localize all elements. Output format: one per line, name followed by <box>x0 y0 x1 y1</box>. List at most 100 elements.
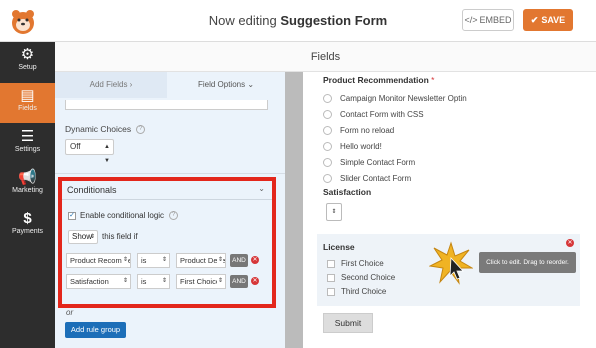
or-label: or <box>66 308 74 317</box>
radio-option[interactable]: Simple Contact Form <box>323 157 415 169</box>
divider <box>55 173 285 174</box>
add-rule-group-button[interactable]: Add rule group <box>65 322 126 338</box>
and-button[interactable]: AND <box>230 254 248 267</box>
checkbox-square-icon <box>327 287 335 296</box>
checkbox-label: First Choice <box>341 259 384 268</box>
enable-conditional-label: Enable conditional logic <box>80 211 165 220</box>
embed-button[interactable]: </> EMBED <box>462 9 514 31</box>
sidebar-item-settings[interactable]: ☰ Settings <box>0 124 55 164</box>
remove-rule-icon[interactable]: ✕ <box>251 256 259 264</box>
rule-value-select[interactable]: First Choice ⇕ <box>176 274 226 289</box>
select-arrows-icon: ⇕ <box>160 275 167 288</box>
license-label: License <box>323 242 355 252</box>
radio-option[interactable]: Slider Contact Form <box>323 173 411 185</box>
radio-label: Campaign Monitor Newsletter Optin <box>340 94 467 103</box>
divider <box>62 199 272 200</box>
help-icon[interactable]: ? <box>136 125 146 135</box>
satisfaction-select[interactable]: ⇕ <box>326 203 342 221</box>
required-mark: * <box>431 75 435 85</box>
embed-label: EMBED <box>479 15 512 25</box>
previous-option-input[interactable] <box>65 100 268 110</box>
radio-circle-icon <box>323 158 332 168</box>
chevron-right-icon: › <box>129 80 133 89</box>
radio-circle-icon <box>323 174 332 184</box>
checkbox-label: Second Choice <box>341 273 396 282</box>
gear-icon: ⚙ <box>20 46 35 63</box>
conditionals-section: Conditionals ⌄ ✓ Enable conditional logic… <box>58 177 276 308</box>
sidebar-item-payments[interactable]: $ Payments <box>0 206 55 246</box>
checkbox-option[interactable]: Third Choice <box>327 287 386 297</box>
code-icon: </> <box>464 15 478 25</box>
form-preview: Product Recommendation * Campaign Monito… <box>303 72 596 348</box>
and-button[interactable]: AND <box>230 275 248 288</box>
rule-operator-select[interactable]: is ⇕ <box>137 274 170 289</box>
sidebar-item-marketing[interactable]: 📢 Marketing <box>0 165 55 205</box>
rule-field-select[interactable]: Product Recommendation⇕ <box>66 253 131 268</box>
dynamic-choices-text: Dynamic Choices <box>65 124 132 134</box>
click-burst-icon <box>429 241 473 285</box>
edit-tooltip: Click to edit. Drag to reorder. <box>479 252 576 273</box>
select-arrows-icon: ⇕ <box>216 275 223 288</box>
show-hide-select[interactable]: Show ⇕ <box>68 230 98 244</box>
rule-operator-value: is <box>141 277 147 286</box>
radio-option[interactable]: Form no reload <box>323 125 394 137</box>
enable-conditional-logic: ✓ Enable conditional logic? <box>68 211 179 221</box>
collapse-caret-icon[interactable]: ⌄ <box>258 184 265 193</box>
help-icon[interactable]: ? <box>169 211 179 221</box>
checkbox-square-icon <box>327 273 335 282</box>
remove-rule-icon[interactable]: ✕ <box>251 277 259 285</box>
sliders-icon: ☰ <box>20 128 35 145</box>
rule-operator-select[interactable]: is ⇕ <box>137 253 170 268</box>
field-options-panel: Add Fields › Field Options ⌄ Dynamic Cho… <box>55 72 285 348</box>
checkbox-square-icon <box>327 259 335 268</box>
select-arrows-icon: ⇕ <box>331 209 337 215</box>
tab-add-fields[interactable]: Add Fields › <box>55 72 167 98</box>
rule-field-value: Satisfaction <box>70 277 109 286</box>
tab-field-options[interactable]: Field Options ⌄ <box>167 72 285 98</box>
checkbox-option[interactable]: Second Choice <box>327 273 395 283</box>
dynamic-choices-label: Dynamic Choices? <box>65 124 146 135</box>
tab-label: Field Options <box>197 80 246 89</box>
rule-value-value: First Choice <box>180 277 221 286</box>
conditionals-title[interactable]: Conditionals <box>67 185 117 195</box>
radio-option[interactable]: Campaign Monitor Newsletter Optin <box>323 93 467 105</box>
rule-value-select[interactable]: Product Development⇕ <box>176 253 226 268</box>
rule-operator-value: is <box>141 256 147 265</box>
dynamic-choices-select[interactable]: Off ▲ ▼ <box>65 139 114 164</box>
select-arrows-icon: ⇕ <box>89 234 95 240</box>
checkbox-label: Third Choice <box>341 287 387 296</box>
select-arrows-icon: ▲ ▼ <box>104 144 110 164</box>
sidebar-item-fields[interactable]: ▤ Fields <box>0 83 55 123</box>
satisfaction-label: Satisfaction <box>323 187 372 197</box>
checkmark-icon: ✔ <box>530 14 539 25</box>
chevron-down-icon: ⌄ <box>247 80 255 89</box>
select-arrows-icon: ⇕ <box>121 275 128 288</box>
megaphone-icon: 📢 <box>18 169 37 186</box>
sidebar-item-label: Marketing <box>12 187 43 194</box>
product-recommendation-label: Product Recommendation * <box>323 75 434 85</box>
field-label-text: Product Recommendation <box>323 75 429 85</box>
top-bar: Now editing Suggestion Form </> EMBED ✔ … <box>0 0 596 42</box>
submit-button[interactable]: Submit <box>323 313 373 333</box>
rule-field-select[interactable]: Satisfaction ⇕ <box>66 274 131 289</box>
sidebar-item-label: Setup <box>18 64 37 71</box>
dynamic-choices-value: Off <box>70 142 81 151</box>
radio-circle-icon <box>323 126 332 136</box>
delete-field-icon[interactable]: ✕ <box>566 239 574 247</box>
radio-label: Hello world! <box>340 142 382 151</box>
fields-list-icon: ▤ <box>20 87 35 104</box>
radio-circle-icon <box>323 110 332 120</box>
save-button[interactable]: ✔ SAVE <box>523 9 573 31</box>
sidebar-item-setup[interactable]: ⚙ Setup <box>0 42 55 82</box>
enable-conditional-checkbox[interactable]: ✓ <box>68 211 76 220</box>
save-label: SAVE <box>541 15 566 25</box>
dollar-icon: $ <box>23 210 32 227</box>
license-field[interactable]: License ✕ First Choice Second Choice Thi… <box>317 234 580 306</box>
select-arrows-icon: ⇕ <box>216 254 223 267</box>
radio-option[interactable]: Hello world! <box>323 141 382 153</box>
radio-option[interactable]: Contact Form with CSS <box>323 109 424 121</box>
sidebar-item-label: Fields <box>18 105 37 112</box>
checkbox-option[interactable]: First Choice <box>327 259 384 269</box>
radio-label: Contact Form with CSS <box>340 110 424 119</box>
show-suffix-text: this field if <box>102 232 138 241</box>
